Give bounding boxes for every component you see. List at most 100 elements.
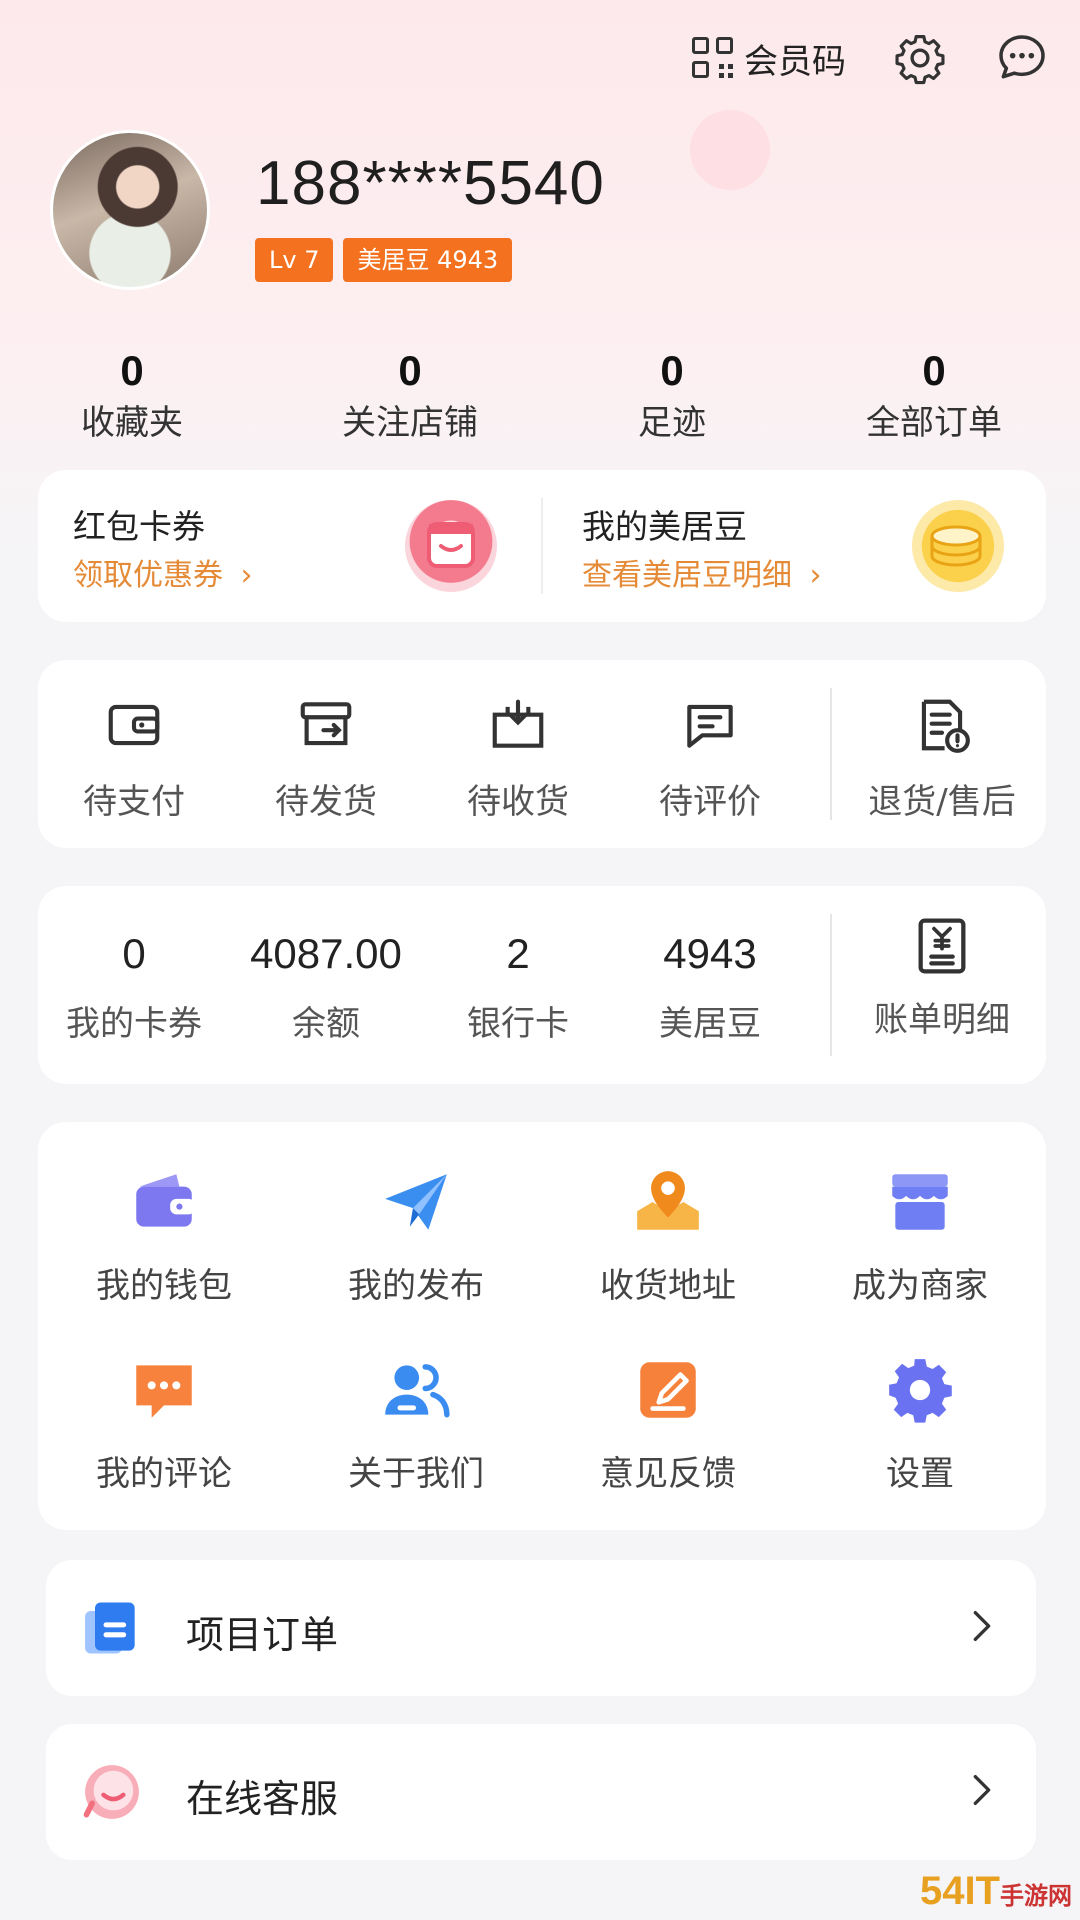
chat-bubble-icon bbox=[124, 1350, 204, 1430]
assets-card: 0 我的卡券 4087.00 余额 2 银行卡 4943 美居豆 账单明细 bbox=[38, 886, 1046, 1084]
services-card: 我的钱包 我的发布 收货地址 成为商家 我的评论 关于我们 意见反馈 设置 bbox=[38, 1122, 1046, 1530]
service-feedback[interactable]: 意见反馈 bbox=[542, 1350, 794, 1495]
service-label: 设置 bbox=[886, 1454, 954, 1494]
stat-followed-shops[interactable]: 0 关注店铺 bbox=[310, 345, 510, 449]
coupon-title: 红包卡券 bbox=[73, 507, 205, 546]
service-my-comments[interactable]: 我的评论 bbox=[38, 1350, 290, 1495]
asset-value: 0 bbox=[122, 930, 146, 977]
stat-value: 0 bbox=[660, 347, 684, 394]
order-label: 退货/售后 bbox=[868, 782, 1016, 822]
document-icon bbox=[78, 1594, 146, 1662]
gear-icon bbox=[880, 1350, 960, 1430]
beans-badge: 美居豆 4943 bbox=[343, 238, 513, 282]
order-label: 待支付 bbox=[83, 782, 185, 822]
service-my-posts[interactable]: 我的发布 bbox=[290, 1162, 542, 1307]
bill-icon bbox=[907, 914, 977, 984]
row-label: 项目订单 bbox=[186, 1613, 339, 1657]
settings-button[interactable] bbox=[892, 30, 948, 86]
service-label: 意见反馈 bbox=[600, 1454, 736, 1494]
orders-card: 待支付 待发货 待收货 待评价 退货/售后 bbox=[38, 660, 1046, 848]
project-orders-row[interactable]: 项目订单 bbox=[46, 1560, 1036, 1696]
chevron-right-icon bbox=[962, 1770, 1002, 1810]
coupon-link[interactable]: 领取优惠券 › bbox=[73, 550, 253, 594]
asset-balance[interactable]: 4087.00 余额 bbox=[230, 926, 422, 1052]
stat-label: 全部订单 bbox=[866, 403, 1002, 443]
asset-label: 余额 bbox=[292, 1004, 360, 1044]
service-label: 收货地址 bbox=[600, 1266, 736, 1306]
user-phone: 188****5540 bbox=[256, 149, 605, 218]
comment-icon bbox=[675, 690, 745, 760]
divider bbox=[830, 688, 832, 820]
return-doc-icon bbox=[907, 690, 977, 760]
service-my-wallet[interactable]: 我的钱包 bbox=[38, 1162, 290, 1307]
chevron-right-icon bbox=[962, 1606, 1002, 1646]
asset-coupons[interactable]: 0 我的卡券 bbox=[38, 926, 230, 1052]
gear-icon bbox=[895, 35, 945, 85]
watermark-logo: 54IT手游网 bbox=[920, 1869, 1072, 1914]
asset-value: 2 bbox=[506, 930, 530, 977]
stat-value: 0 bbox=[120, 347, 144, 394]
service-label: 我的评论 bbox=[96, 1454, 232, 1494]
customer-service-icon bbox=[78, 1758, 146, 1826]
asset-label: 我的卡券 bbox=[66, 1004, 202, 1044]
red-packet-coupons[interactable]: 红包卡券 领取优惠券 › bbox=[38, 470, 542, 622]
store-icon bbox=[880, 1162, 960, 1242]
service-label: 关于我们 bbox=[348, 1454, 484, 1494]
row-label: 在线客服 bbox=[186, 1777, 339, 1821]
beans-link-label: 查看美居豆明细 bbox=[582, 558, 792, 593]
avatar[interactable] bbox=[50, 130, 210, 290]
order-returns[interactable]: 退货/售后 bbox=[846, 690, 1038, 823]
service-become-merchant[interactable]: 成为商家 bbox=[794, 1162, 1046, 1307]
stat-label: 足迹 bbox=[638, 403, 706, 443]
stat-favorites[interactable]: 0 收藏夹 bbox=[32, 345, 232, 449]
users-icon bbox=[376, 1350, 456, 1430]
box-receive-icon bbox=[483, 690, 553, 760]
service-label: 成为商家 bbox=[852, 1266, 988, 1306]
asset-beans[interactable]: 4943 美居豆 bbox=[614, 926, 806, 1052]
beans-link[interactable]: 查看美居豆明细 › bbox=[582, 550, 822, 594]
order-label: 待评价 bbox=[659, 782, 761, 822]
service-address[interactable]: 收货地址 bbox=[542, 1162, 794, 1307]
service-label: 我的发布 bbox=[348, 1266, 484, 1306]
user-badges: Lv 7 美居豆 4943 bbox=[255, 238, 513, 282]
coins-icon bbox=[912, 500, 1004, 592]
order-pending-receipt[interactable]: 待收货 bbox=[422, 690, 614, 823]
asset-bank-cards[interactable]: 2 银行卡 bbox=[422, 926, 614, 1052]
my-beans[interactable]: 我的美居豆 查看美居豆明细 › bbox=[542, 470, 1046, 622]
order-pending-review[interactable]: 待评价 bbox=[614, 690, 806, 823]
customer-service-row[interactable]: 在线客服 bbox=[46, 1724, 1036, 1860]
service-about-us[interactable]: 关于我们 bbox=[290, 1350, 542, 1495]
member-code-label: 会员码 bbox=[744, 41, 846, 82]
chevron-right-icon: › bbox=[809, 558, 822, 593]
order-label: 待发货 bbox=[275, 782, 377, 822]
asset-value: 4943 bbox=[663, 930, 757, 977]
edit-icon bbox=[628, 1350, 708, 1430]
stat-value: 0 bbox=[398, 347, 422, 394]
messages-button[interactable] bbox=[994, 30, 1050, 86]
wallet-icon bbox=[124, 1162, 204, 1242]
member-code-button[interactable]: 会员码 bbox=[692, 34, 846, 83]
watermark-sub: 手游网 bbox=[1000, 1883, 1072, 1910]
stat-value: 0 bbox=[922, 347, 946, 394]
paper-plane-icon bbox=[376, 1162, 456, 1242]
stat-all-orders[interactable]: 0 全部订单 bbox=[834, 345, 1034, 449]
order-pending-payment[interactable]: 待支付 bbox=[38, 690, 230, 823]
watermark-main: 54IT bbox=[919, 1869, 1000, 1913]
location-pin-icon bbox=[628, 1162, 708, 1242]
top-bar: 会员码 bbox=[692, 28, 1050, 88]
bill-label: 账单明细 bbox=[874, 1000, 1010, 1040]
coupon-card: 红包卡券 领取优惠券 › 我的美居豆 查看美居豆明细 › bbox=[38, 470, 1046, 622]
order-pending-shipment[interactable]: 待发货 bbox=[230, 690, 422, 823]
chat-dots-icon bbox=[999, 35, 1045, 79]
chevron-right-icon: › bbox=[240, 558, 253, 593]
box-send-icon bbox=[291, 690, 361, 760]
coupon-link-label: 领取优惠券 bbox=[73, 558, 223, 593]
service-settings[interactable]: 设置 bbox=[794, 1350, 1046, 1495]
stat-footprints[interactable]: 0 足迹 bbox=[572, 345, 772, 449]
bill-details[interactable]: 账单明细 bbox=[846, 914, 1038, 1048]
qr-code-icon bbox=[692, 37, 734, 79]
service-label: 我的钱包 bbox=[96, 1266, 232, 1306]
wallet-icon bbox=[99, 690, 169, 760]
user-stats: 0 收藏夹 0 关注店铺 0 足迹 0 全部订单 bbox=[0, 345, 1080, 455]
red-packet-icon bbox=[405, 500, 497, 592]
